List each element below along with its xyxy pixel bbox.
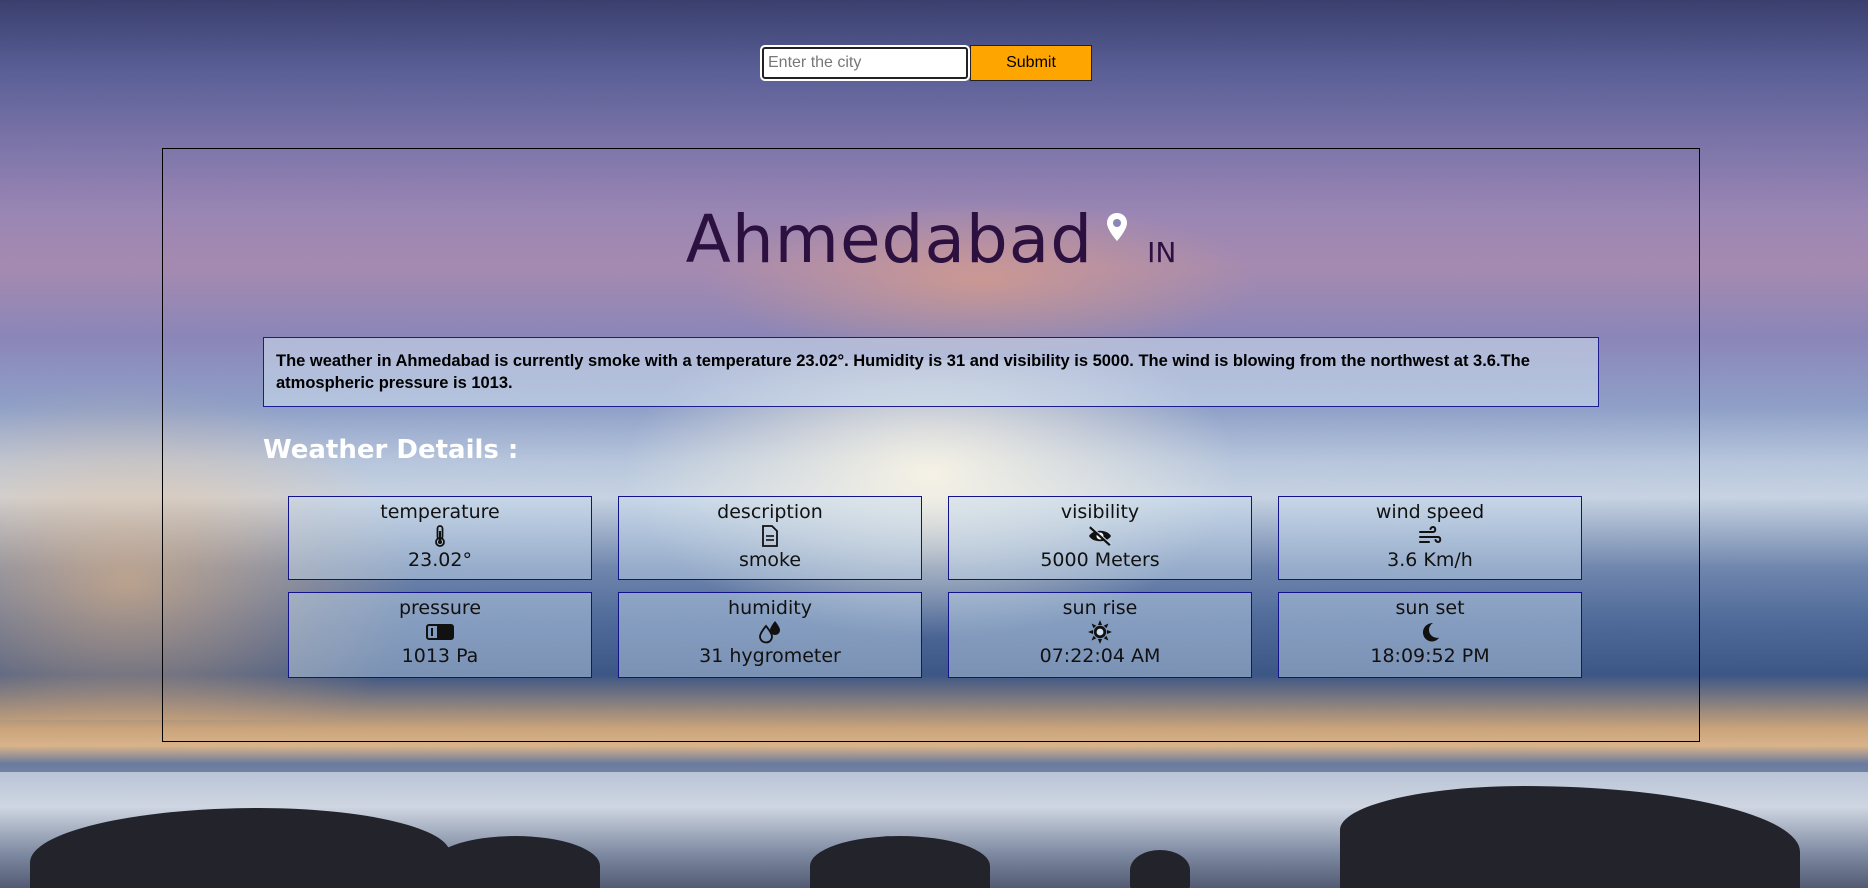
city-name: Ahmedabad bbox=[685, 201, 1094, 278]
card-value: 1013 Pa bbox=[401, 645, 479, 667]
weather-summary: The weather in Ahmedabad is currently sm… bbox=[263, 337, 1599, 407]
humidity-card: humidity 31 hygrometer bbox=[618, 592, 922, 678]
document-icon bbox=[762, 525, 778, 547]
eye-slash-icon bbox=[1089, 525, 1112, 546]
thermometer-icon bbox=[435, 525, 445, 547]
wind-icon bbox=[1419, 525, 1442, 544]
card-label: temperature bbox=[380, 501, 500, 523]
location-header: Ahmedabad IN bbox=[163, 201, 1699, 278]
card-value: 31 hygrometer bbox=[699, 645, 841, 667]
wind-speed-card: wind speed 3.6 Km/h bbox=[1278, 496, 1582, 580]
sun-rise-card: sun rise 07:22:04 AM bbox=[948, 592, 1252, 678]
card-value: 07:22:04 AM bbox=[1039, 645, 1161, 667]
background-rock bbox=[430, 836, 600, 888]
card-label: humidity bbox=[728, 597, 812, 619]
card-value: 3.6 Km/h bbox=[1387, 549, 1473, 571]
weather-panel: Ahmedabad IN The weather in Ahmedabad is… bbox=[162, 148, 1700, 742]
sun-icon bbox=[1088, 620, 1112, 644]
city-search-input[interactable] bbox=[760, 45, 970, 81]
background-rock bbox=[1130, 850, 1190, 888]
moon-icon bbox=[1423, 623, 1439, 642]
weather-details-heading: Weather Details : bbox=[263, 435, 519, 465]
visibility-card: visibility 5000 Meters bbox=[948, 496, 1252, 580]
search-form: Submit bbox=[760, 45, 1092, 81]
card-label: description bbox=[717, 501, 823, 523]
card-value: 23.02° bbox=[408, 549, 472, 571]
temperature-card: temperature 23.02° bbox=[288, 496, 592, 580]
country-code: IN bbox=[1147, 236, 1177, 269]
card-label: sun rise bbox=[1062, 597, 1138, 619]
description-card: description smoke bbox=[618, 496, 922, 580]
card-value: smoke bbox=[738, 549, 802, 571]
card-value: 5000 Meters bbox=[1040, 549, 1160, 571]
background-rock bbox=[810, 836, 990, 888]
sun-set-card: sun set 18:09:52 PM bbox=[1278, 592, 1582, 678]
card-value: 18:09:52 PM bbox=[1370, 645, 1490, 667]
card-label: wind speed bbox=[1375, 501, 1485, 523]
card-label: sun set bbox=[1395, 597, 1465, 619]
droplets-icon bbox=[759, 621, 780, 644]
card-label: pressure bbox=[398, 597, 482, 619]
submit-button[interactable]: Submit bbox=[970, 45, 1092, 81]
pressure-icon bbox=[426, 624, 454, 640]
card-label: visibility bbox=[1060, 501, 1140, 523]
location-pin-icon bbox=[1107, 213, 1128, 241]
pressure-card: pressure 1013 Pa bbox=[288, 592, 592, 678]
